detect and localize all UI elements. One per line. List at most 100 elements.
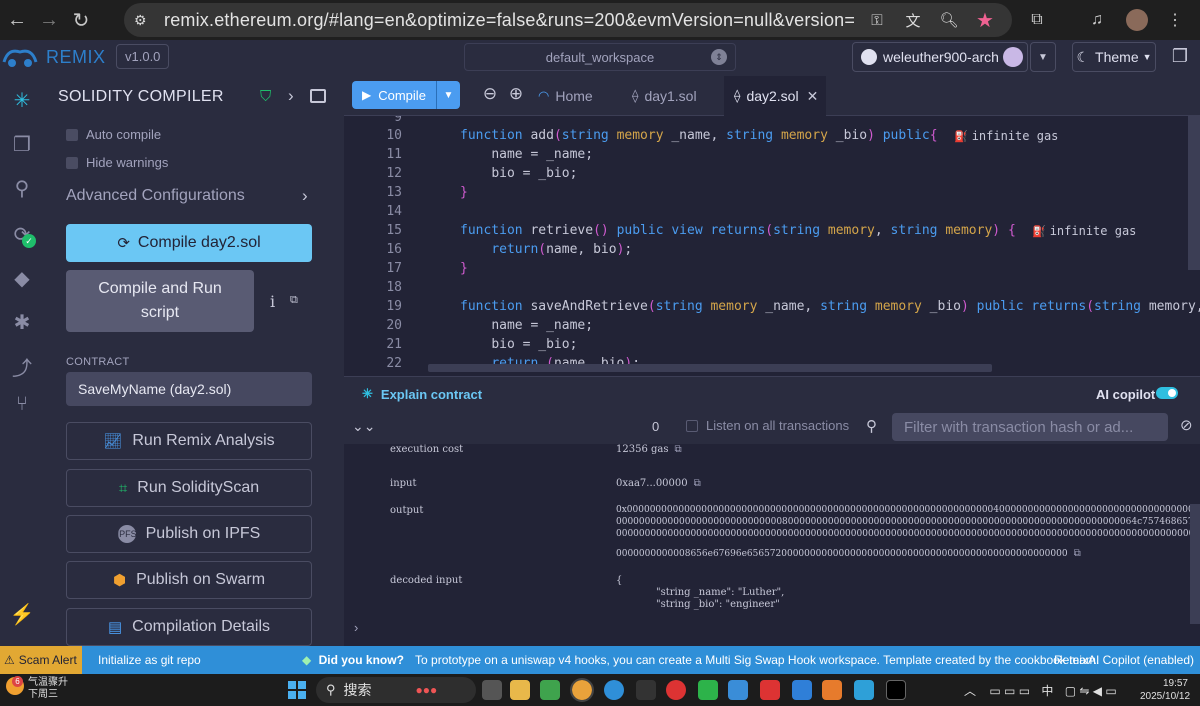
dock-panel-icon[interactable] <box>310 89 326 103</box>
compile-run-button[interactable]: ▶ Compile <box>352 81 436 109</box>
key-icon[interactable]: ⚿ <box>864 7 890 33</box>
chevron-down-icon[interactable]: ▼ <box>436 81 460 109</box>
tab-home[interactable]: ◠ Home <box>528 76 603 116</box>
browser-menu-icon[interactable]: ⋮ <box>1160 5 1190 35</box>
profile-avatar[interactable] <box>1122 5 1152 35</box>
ai-copilot-status[interactable]: RemixAI Copilot (enabled) <box>1054 653 1194 667</box>
x-icon[interactable] <box>886 680 906 700</box>
compilation-details-button[interactable]: ▤ Compilation Details <box>66 608 312 646</box>
ime-indicator[interactable]: 中 <box>1041 684 1053 698</box>
tip-text[interactable]: To prototype on a uniswap v4 hooks, you … <box>415 653 1099 667</box>
info-icon[interactable]: i <box>270 292 275 311</box>
clear-icon[interactable]: ⊘ <box>1180 416 1193 434</box>
analytics-icon[interactable]: ⤴ <box>2 346 42 386</box>
checkbox-box[interactable] <box>66 128 78 141</box>
taskview-icon[interactable] <box>482 680 502 700</box>
chrome-icon[interactable] <box>570 678 594 702</box>
media-icon[interactable]: ♫ <box>1082 5 1112 35</box>
editor-scrollbar[interactable] <box>1188 116 1200 270</box>
theme-button[interactable]: ☾ Theme ▼ <box>1072 42 1156 72</box>
search-icon[interactable]: ⚲ <box>2 168 42 208</box>
edge-icon[interactable] <box>604 680 624 700</box>
decoded-input-label: decoded input <box>390 575 463 586</box>
debugger-icon[interactable]: ✱ <box>2 302 42 342</box>
system-clock[interactable]: 19:57 2025/10/12 <box>1140 677 1190 703</box>
zoom-in-icon[interactable]: ⊕ <box>506 84 526 104</box>
zoom-out-icon[interactable]: ⊖ <box>480 84 500 104</box>
taskbar-search[interactable]: ⚲ 搜索 ●●● <box>316 677 476 703</box>
wechat-icon[interactable] <box>698 680 718 700</box>
solidity-compiler-icon[interactable]: ⟳ ✓ <box>2 214 42 254</box>
zoom-icon[interactable]: 🔍︎ <box>936 7 962 33</box>
chevron-right-icon[interactable]: › <box>288 86 294 106</box>
code-line: bio = _bio; <box>491 166 578 181</box>
publish-ipfs-button[interactable]: IPFS Publish on IPFS <box>66 515 312 553</box>
run-solidityscan-button[interactable]: ⌗ Run SolidityScan <box>66 469 312 507</box>
windows-start-icon[interactable] <box>288 681 306 699</box>
translate-icon[interactable]: 文 <box>900 7 926 33</box>
site-info-icon[interactable]: ⚙ <box>134 12 156 29</box>
address-bar[interactable]: ⚙ remix.ethereum.org/#lang=en&optimize=f… <box>124 3 1012 37</box>
extensions-icon[interactable]: ⧉ <box>1022 5 1052 35</box>
collapse-icon[interactable]: ⌄⌄ <box>352 418 375 435</box>
hide-warnings-checkbox[interactable]: Hide warnings <box>66 155 168 170</box>
auto-compile-checkbox[interactable]: Auto compile <box>66 127 161 142</box>
tray-app-icons[interactable]: ▭ ▭ ▭ <box>989 684 1030 698</box>
tab-day1[interactable]: ⟠ day1.sol <box>622 76 707 116</box>
hide-warnings-label: Hide warnings <box>86 155 169 170</box>
git-icon[interactable]: ⑂ <box>2 384 42 424</box>
workspace-select[interactable]: default_workspace ⇕ <box>464 43 736 71</box>
file-explorer-app-icon[interactable] <box>510 680 530 700</box>
copy-icon[interactable]: ⧉ <box>694 478 701 489</box>
filter-input[interactable]: Filter with transaction hash or ad... <box>892 413 1168 441</box>
advanced-config-toggle[interactable]: Advanced Configurations <box>66 187 245 205</box>
back-icon[interactable]: ← <box>2 5 32 35</box>
run-remix-analysis-button[interactable]: 📈︎ Run Remix Analysis <box>66 422 312 460</box>
copilot-toggle[interactable] <box>1156 387 1178 399</box>
checkbox-box[interactable] <box>66 156 78 169</box>
app-icon[interactable] <box>728 680 748 700</box>
netease-music-icon[interactable] <box>666 680 686 700</box>
terminal-prompt-icon[interactable]: › <box>354 620 358 635</box>
github-account[interactable]: weleuther900-arch <box>852 42 1028 72</box>
code-editor[interactable]: 9 10 11 12 13 14 15 16 17 18 19 20 21 22… <box>344 116 1200 376</box>
forward-icon[interactable]: → <box>34 5 64 35</box>
url-text[interactable]: remix.ethereum.org/#lang=en&optimize=fal… <box>164 10 854 31</box>
contract-select[interactable]: SaveMyName (day2.sol) <box>66 372 312 406</box>
copy-icon[interactable]: ⧉ <box>290 294 298 307</box>
plugin-icon[interactable]: ⚡ <box>2 594 42 634</box>
listen-checkbox[interactable]: Listen on all transactions <box>686 418 849 433</box>
terminal-scrollbar[interactable] <box>1190 504 1200 624</box>
bookmark-star-icon[interactable]: ★ <box>972 7 998 33</box>
weather-widget[interactable]: 6 气温骤升 下周三 <box>6 676 68 701</box>
editor-hscrollbar[interactable] <box>428 364 992 372</box>
close-icon[interactable]: ✕ <box>807 88 819 105</box>
explain-contract-button[interactable]: ✳ Explain contract <box>362 386 482 402</box>
app-icon[interactable] <box>822 680 842 700</box>
window-icon[interactable]: ❐ <box>1168 46 1192 68</box>
telegram-icon[interactable] <box>854 680 874 700</box>
deploy-run-icon[interactable]: ◆ <box>2 258 42 298</box>
reload-icon[interactable]: ↻ <box>66 5 96 35</box>
tab-day2[interactable]: ⟠ day2.sol ✕ <box>724 76 826 116</box>
chevron-right-icon[interactable]: › <box>302 186 308 206</box>
publish-swarm-button[interactable]: ⬢ Publish on Swarm <box>66 561 312 599</box>
tray-status-icons[interactable]: ▢ ⇋ ◀︎ ▭ <box>1065 684 1117 698</box>
checkbox-box[interactable] <box>686 419 698 432</box>
avatar <box>1003 47 1023 67</box>
file-explorer-icon[interactable]: ❐ <box>2 124 42 164</box>
tray-chevron-icon[interactable]: ︿ <box>964 684 976 698</box>
scam-alert[interactable]: ⚠ Scam Alert <box>0 646 82 674</box>
compile-and-run-button[interactable]: Compile and Run script <box>66 270 254 332</box>
copy-icon[interactable]: ⧉ <box>675 444 682 455</box>
code-line: name = _name; <box>491 147 594 162</box>
copy-icon[interactable]: ⧉ <box>1074 548 1081 559</box>
vscode-icon[interactable] <box>792 680 812 700</box>
compile-button[interactable]: ⟳ Compile day2.sol <box>66 224 312 262</box>
app-icon[interactable] <box>540 680 560 700</box>
chevron-down-icon[interactable]: ▼ <box>1030 42 1056 72</box>
init-git-link[interactable]: Initialize as git repo <box>98 653 201 667</box>
remix-ai-icon[interactable]: ✳ <box>2 80 42 120</box>
app-icon[interactable] <box>636 680 656 700</box>
app-icon[interactable] <box>760 680 780 700</box>
